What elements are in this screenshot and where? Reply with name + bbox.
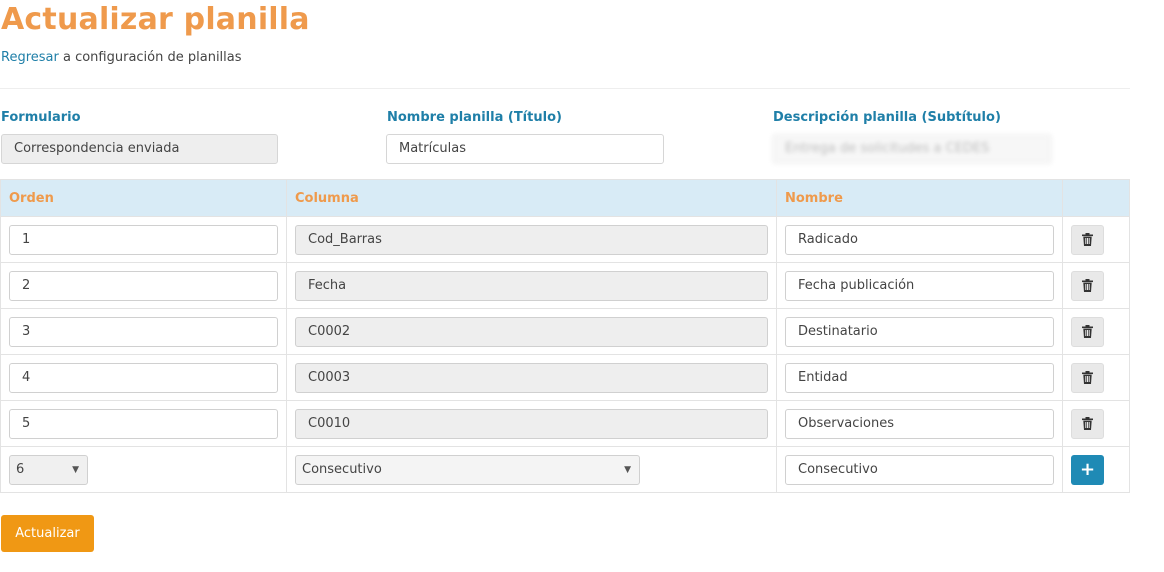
- header-nombre: Nombre: [776, 179, 1063, 217]
- delete-button[interactable]: [1071, 316, 1104, 347]
- columna-field[interactable]: Cod_Barras: [295, 224, 768, 255]
- delete-button[interactable]: [1071, 408, 1104, 439]
- columna-field[interactable]: C0010: [295, 408, 768, 439]
- trash-icon: [1082, 371, 1093, 384]
- delete-button[interactable]: [1071, 224, 1104, 255]
- nombre-input[interactable]: Consecutivo: [785, 454, 1054, 485]
- columna-select[interactable]: Consecutivo ▼: [295, 454, 640, 485]
- orden-input[interactable]: 4: [9, 362, 278, 393]
- table-row: 2 Fecha Fecha publicación: [0, 262, 1130, 309]
- back-link-text: a configuración de planillas: [58, 50, 242, 65]
- nombre-planilla-field[interactable]: Matrículas: [386, 134, 664, 164]
- formulario-label: Formulario: [1, 110, 81, 125]
- header-orden: Orden: [0, 179, 287, 217]
- orden-input[interactable]: 5: [9, 408, 278, 439]
- nombre-input[interactable]: Destinatario: [785, 316, 1054, 347]
- columna-select-value: Consecutivo: [302, 462, 382, 477]
- table-header-row: Orden Columna Nombre: [0, 179, 1130, 217]
- header-columna: Columna: [286, 179, 777, 217]
- nombre-input[interactable]: Observaciones: [785, 408, 1054, 439]
- table-row: 3 C0002 Destinatario: [0, 308, 1130, 355]
- trash-icon: [1082, 279, 1093, 292]
- trash-icon: [1082, 325, 1093, 338]
- orden-select[interactable]: 6 ▼: [9, 454, 88, 485]
- orden-input[interactable]: 2: [9, 270, 278, 301]
- caret-down-icon: ▼: [72, 464, 79, 475]
- formulario-field[interactable]: Correspondencia enviada: [1, 134, 278, 164]
- orden-input[interactable]: 3: [9, 316, 278, 347]
- nombre-planilla-label: Nombre planilla (Título): [387, 110, 562, 125]
- table-row: 5 C0010 Observaciones: [0, 400, 1130, 447]
- plus-icon: +: [1079, 459, 1096, 480]
- page-title: Actualizar planilla: [1, 2, 310, 37]
- columna-field[interactable]: Fecha: [295, 270, 768, 301]
- trash-icon: [1082, 233, 1093, 246]
- nombre-input[interactable]: Radicado: [785, 224, 1054, 255]
- delete-button[interactable]: [1071, 270, 1104, 301]
- columna-field[interactable]: C0002: [295, 316, 768, 347]
- table-row: 4 C0003 Entidad: [0, 354, 1130, 401]
- nombre-input[interactable]: Fecha publicación: [785, 270, 1054, 301]
- trash-icon: [1082, 417, 1093, 430]
- divider: [0, 88, 1130, 89]
- columna-field[interactable]: C0003: [295, 362, 768, 393]
- caret-down-icon: ▼: [624, 464, 631, 475]
- update-button[interactable]: Actualizar: [1, 515, 94, 552]
- delete-button[interactable]: [1071, 362, 1104, 393]
- back-link[interactable]: Regresar: [1, 50, 59, 65]
- add-button[interactable]: +: [1071, 454, 1104, 485]
- breadcrumb: Regresar a configuración de planillas: [1, 50, 242, 65]
- nombre-input[interactable]: Entidad: [785, 362, 1054, 393]
- table-row-new: 6 ▼ Consecutivo ▼ Consecutivo +: [0, 446, 1130, 493]
- descripcion-planilla-label: Descripción planilla (Subtítulo): [773, 110, 1001, 125]
- columns-table: Orden Columna Nombre 1 Cod_Barras Radica…: [0, 179, 1130, 493]
- descripcion-planilla-field[interactable]: Entrega de solicitudes a CEDES: [772, 134, 1052, 164]
- table-row: 1 Cod_Barras Radicado: [0, 216, 1130, 263]
- orden-select-value: 6: [16, 462, 25, 477]
- orden-input[interactable]: 1: [9, 224, 278, 255]
- header-actions: [1062, 179, 1130, 217]
